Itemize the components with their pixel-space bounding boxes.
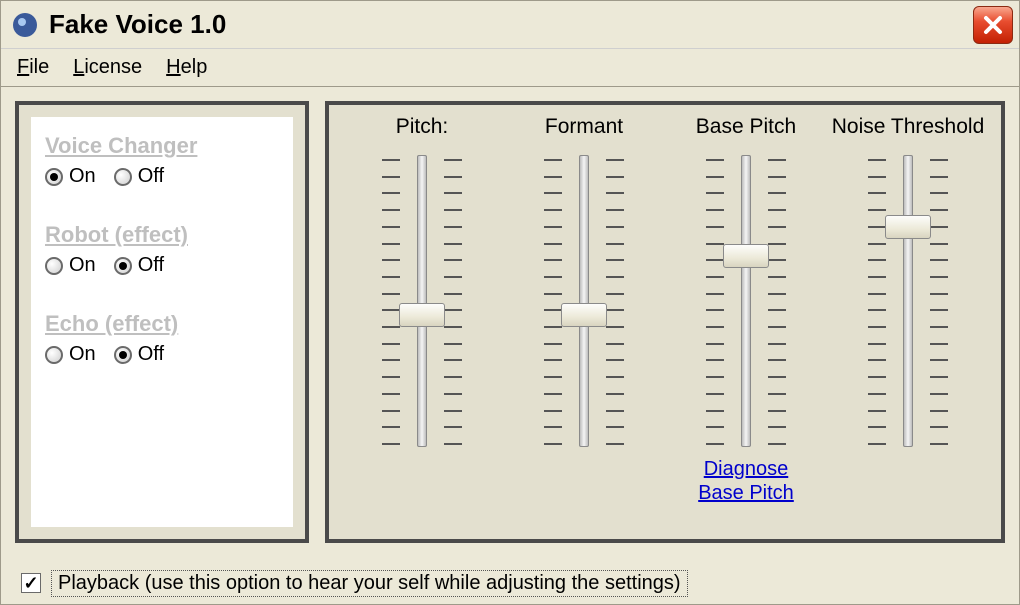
sliders-panel: Pitch: Formant Base [325, 101, 1005, 543]
close-icon [982, 14, 1004, 36]
playback-checkbox[interactable] [21, 573, 41, 593]
radio-label-on: On [69, 165, 96, 188]
voice-changer-radios: On Off [45, 165, 279, 188]
playback-label: Playback (use this option to hear your s… [51, 570, 688, 597]
base-pitch-label: Base Pitch [696, 115, 796, 143]
echo-on-radio[interactable]: On [45, 343, 96, 366]
playback-row: Playback (use this option to hear your s… [1, 562, 1019, 604]
echo-title: Echo (effect) [45, 311, 279, 337]
main-area: Voice Changer On Off Robot (effect) On O… [1, 87, 1019, 562]
effects-panel: Voice Changer On Off Robot (effect) On O… [15, 101, 309, 543]
close-button[interactable] [973, 6, 1013, 44]
robot-on-radio[interactable]: On [45, 254, 96, 277]
robot-title: Robot (effect) [45, 222, 279, 248]
radio-label-off: Off [138, 343, 164, 366]
menu-help[interactable]: Help [166, 56, 207, 79]
noise-thumb[interactable] [885, 215, 931, 239]
app-icon [11, 11, 39, 39]
radio-label-on: On [69, 343, 96, 366]
radio-label-off: Off [138, 254, 164, 277]
robot-group: Robot (effect) On Off [45, 222, 279, 277]
radio-label-off: Off [138, 165, 164, 188]
noise-slider-col: Noise Threshold [833, 115, 983, 531]
voice-changer-title: Voice Changer [45, 133, 279, 159]
formant-slider-col: Formant [509, 115, 659, 531]
base-pitch-slider[interactable] [702, 151, 790, 451]
robot-off-radio[interactable]: Off [114, 254, 164, 277]
menubar: File License Help [1, 49, 1019, 87]
radio-label-on: On [69, 254, 96, 277]
voice-changer-group: Voice Changer On Off [45, 133, 279, 188]
base-pitch-thumb[interactable] [723, 244, 769, 268]
noise-label: Noise Threshold [832, 115, 985, 143]
voice-changer-off-radio[interactable]: Off [114, 165, 164, 188]
formant-label: Formant [545, 115, 623, 143]
diagnose-base-pitch-link[interactable]: Diagnose Base Pitch [698, 457, 794, 505]
menu-license[interactable]: License [73, 56, 142, 79]
formant-slider[interactable] [540, 151, 628, 451]
pitch-slider[interactable] [378, 151, 466, 451]
base-pitch-slider-col: Base Pitch Diagnose Base Pitch [671, 115, 821, 531]
voice-changer-on-radio[interactable]: On [45, 165, 96, 188]
window-title: Fake Voice 1.0 [49, 9, 973, 40]
pitch-slider-col: Pitch: [347, 115, 497, 531]
pitch-thumb[interactable] [399, 303, 445, 327]
echo-group: Echo (effect) On Off [45, 311, 279, 366]
effects-panel-inner: Voice Changer On Off Robot (effect) On O… [31, 117, 293, 527]
sliders-row: Pitch: Formant Base [347, 115, 983, 531]
noise-slider[interactable] [864, 151, 952, 451]
app-window: Fake Voice 1.0 File License Help Voice C… [0, 0, 1020, 605]
pitch-label: Pitch: [396, 115, 449, 143]
titlebar: Fake Voice 1.0 [1, 1, 1019, 49]
echo-radios: On Off [45, 343, 279, 366]
robot-radios: On Off [45, 254, 279, 277]
menu-file[interactable]: File [17, 56, 49, 79]
echo-off-radio[interactable]: Off [114, 343, 164, 366]
formant-thumb[interactable] [561, 303, 607, 327]
